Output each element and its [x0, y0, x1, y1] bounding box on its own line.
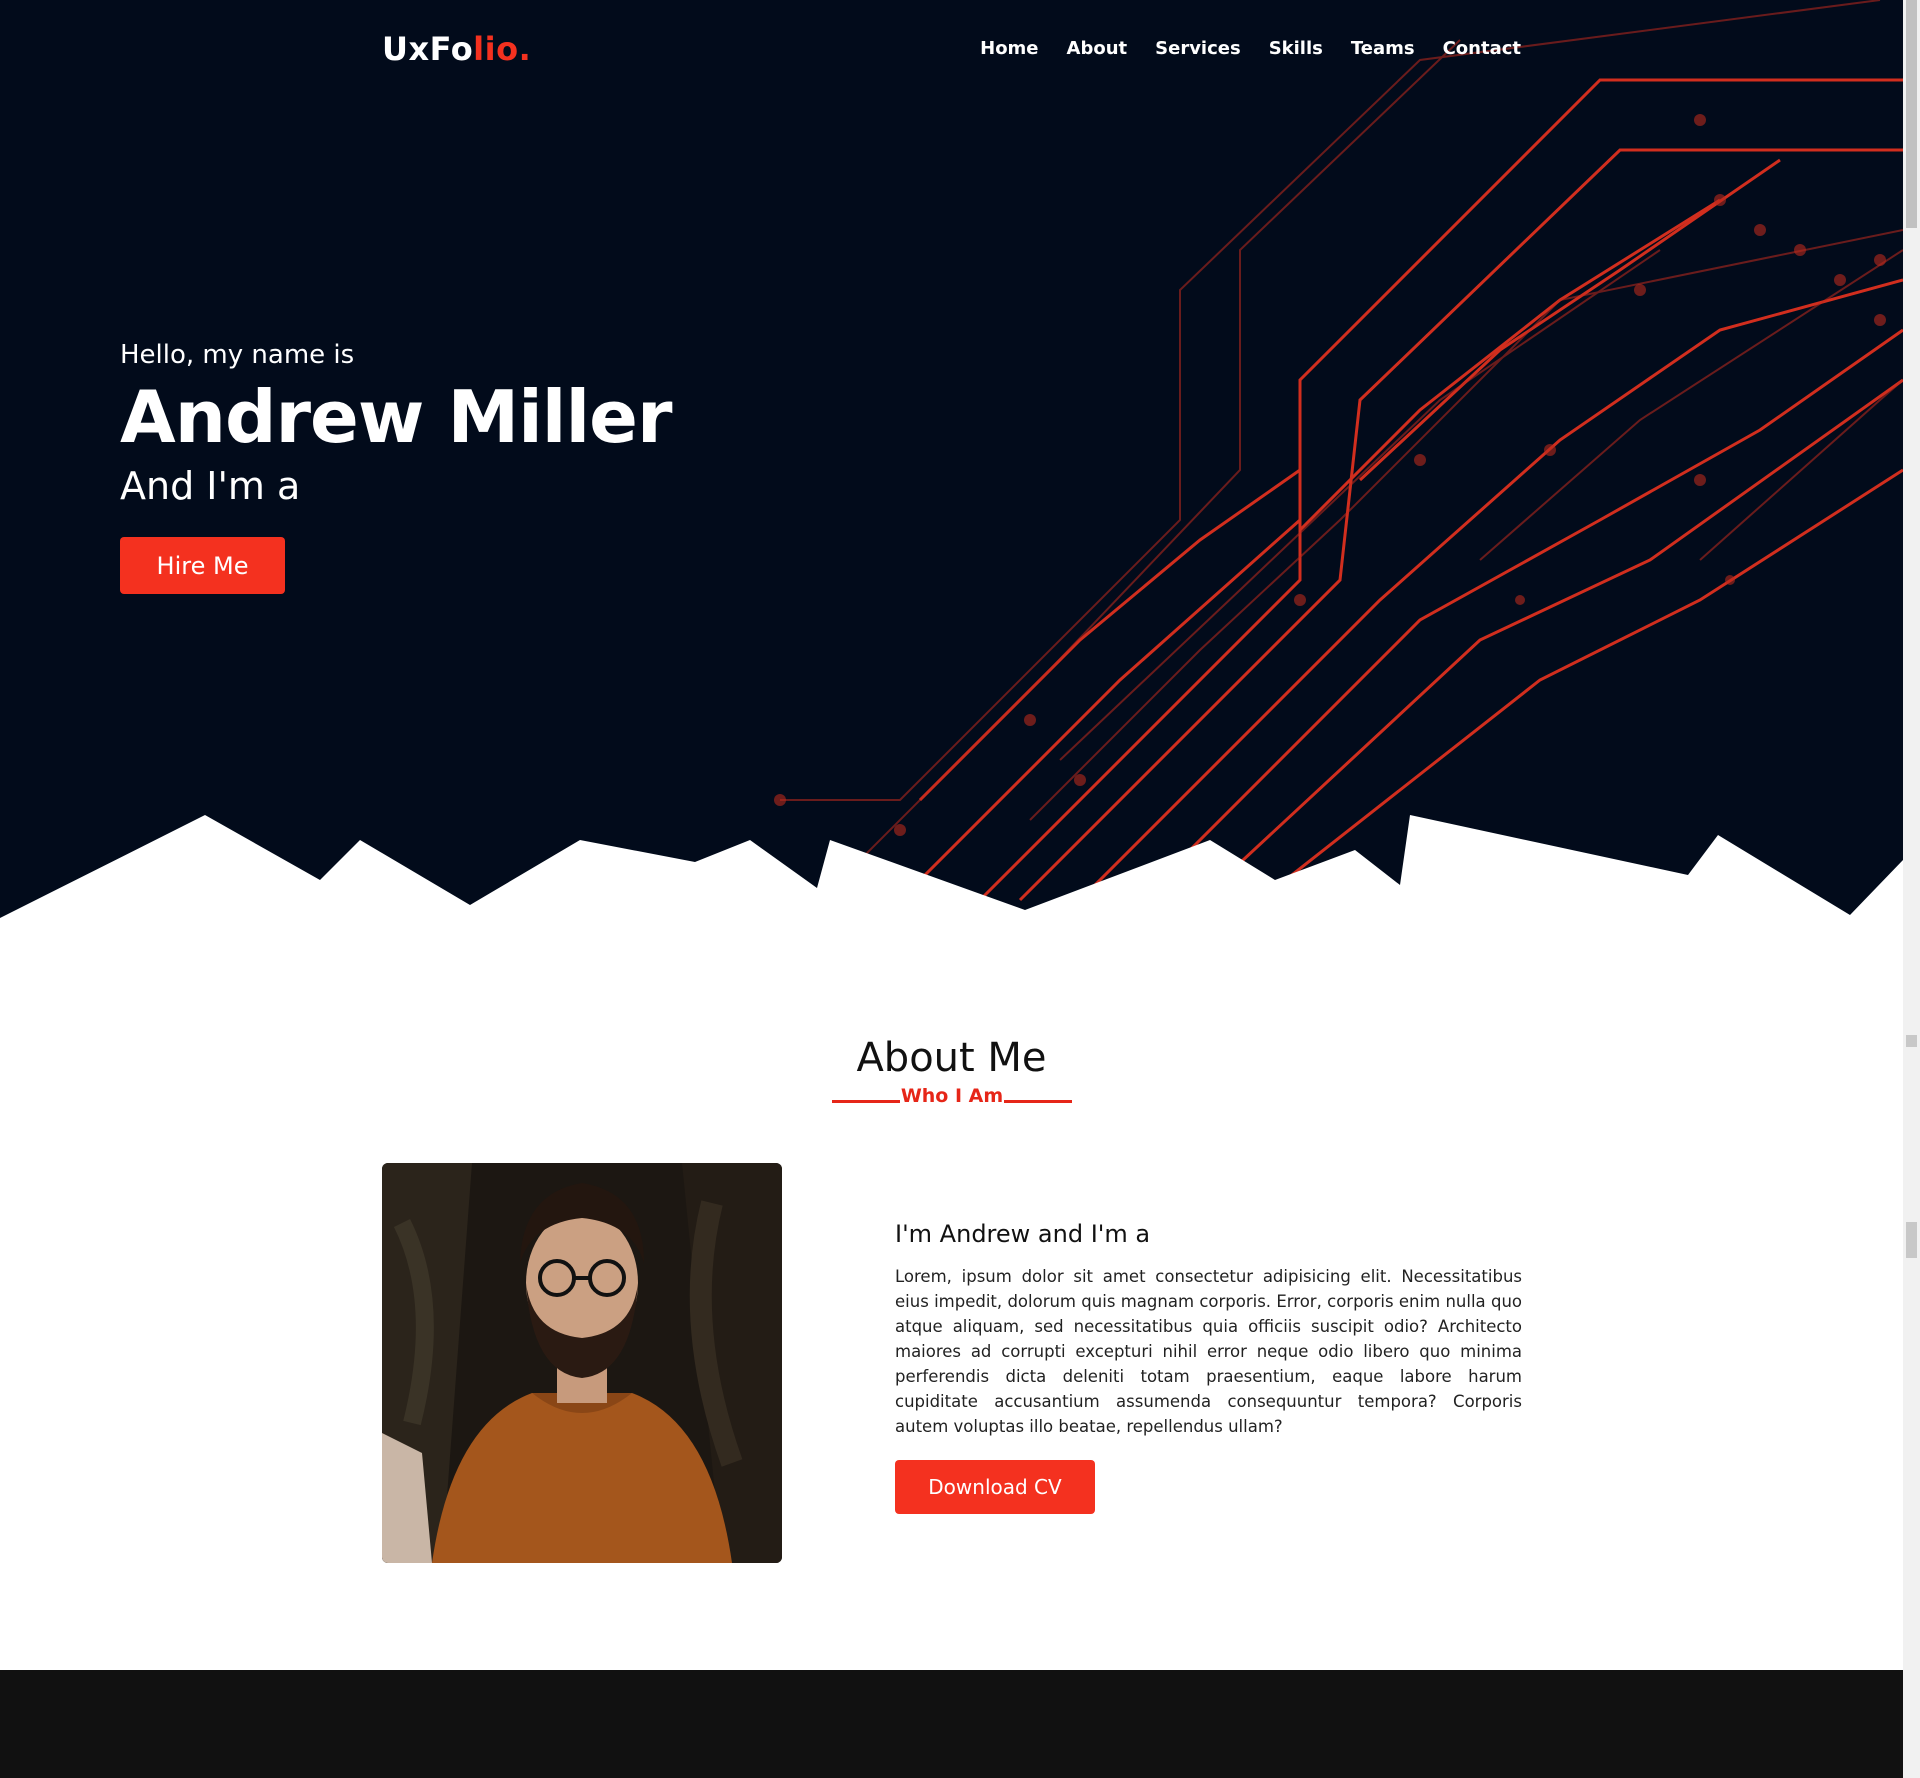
about-heading: I'm Andrew and I'm a [895, 1220, 1151, 1248]
hero-intro: Hello, my name is Andrew Miller And I'm … [120, 340, 672, 508]
logo-accent-text: lio. [473, 30, 532, 68]
about-subtitle-wrap: Who I Am [832, 1085, 1072, 1107]
nav-about[interactable]: About [1067, 38, 1128, 59]
subtitle-line-left [832, 1100, 900, 1103]
about-title: About Me [856, 1035, 1047, 1081]
about-subtitle: Who I Am [900, 1085, 1004, 1107]
download-cv-button[interactable]: Download CV [895, 1460, 1095, 1514]
vertical-scrollbar[interactable] [1903, 0, 1920, 1778]
hero-section: UxFolio. Home About Services Skills Team… [0, 0, 1903, 930]
nav-services[interactable]: Services [1155, 38, 1241, 59]
nav-contact[interactable]: Contact [1443, 38, 1521, 59]
nav-skills[interactable]: Skills [1269, 38, 1323, 59]
main-menu: Home About Services Skills Teams Contact [980, 38, 1521, 59]
nav-home[interactable]: Home [980, 38, 1038, 59]
brand-logo[interactable]: UxFolio. [382, 30, 531, 68]
scrollbar-thumb[interactable] [1906, 0, 1917, 228]
page: UxFolio. Home About Services Skills Team… [0, 0, 1903, 1778]
top-navbar: UxFolio. Home About Services Skills Team… [382, 30, 1521, 70]
hero-name: Andrew Miller [120, 375, 672, 459]
about-text-block: I'm Andrew and I'm a Lorem, ipsum dolor … [895, 1220, 1522, 1439]
hero-role: And I'm a [120, 463, 301, 508]
about-paragraph: Lorem, ipsum dolor sit amet consectetur … [895, 1267, 1522, 1436]
nav-teams[interactable]: Teams [1351, 38, 1415, 59]
profile-photo [382, 1163, 782, 1563]
logo-text: UxFo [382, 30, 474, 68]
next-section-dark [0, 1670, 1903, 1778]
hero-greeting: Hello, my name is [120, 340, 355, 370]
hire-me-button[interactable]: Hire Me [120, 537, 285, 594]
scrollbar-marker [1906, 1035, 1917, 1047]
scrollbar-marker [1906, 1222, 1917, 1258]
subtitle-line-right [1004, 1100, 1072, 1103]
